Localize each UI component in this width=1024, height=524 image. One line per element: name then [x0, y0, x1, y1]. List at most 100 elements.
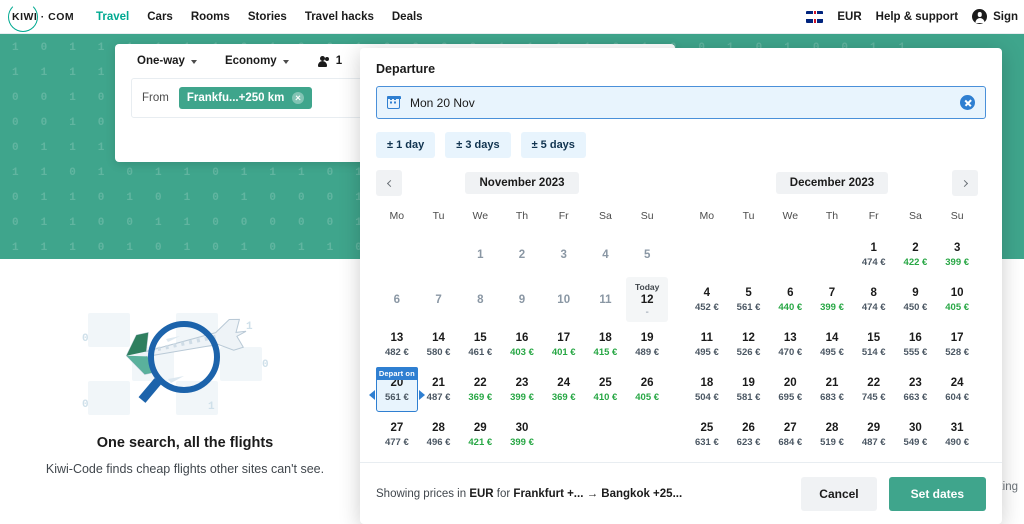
day-cell[interactable]: 16 403 €: [501, 322, 543, 367]
nav-item-travel[interactable]: Travel: [96, 11, 129, 23]
day-cell[interactable]: 9: [501, 277, 543, 322]
cabin-class-selector[interactable]: Economy: [225, 55, 289, 67]
day-cell[interactable]: 24 604 €: [936, 367, 978, 412]
weekday-label-su: Su: [950, 210, 964, 222]
day-cell[interactable]: 5: [626, 232, 668, 277]
nav-item-travel-hacks[interactable]: Travel hacks: [305, 11, 374, 23]
day-cell[interactable]: Today 12-: [626, 277, 668, 322]
prev-month-button[interactable]: [376, 170, 402, 196]
empty-day-cell: [769, 232, 811, 277]
set-dates-button[interactable]: Set dates: [888, 476, 986, 511]
calendar-icon: [386, 95, 401, 109]
day-cell[interactable]: 13 470 €: [769, 322, 811, 367]
day-cell[interactable]: 18 415 €: [585, 322, 627, 367]
day-price: 526 €: [736, 346, 761, 358]
day-cell[interactable]: 11 495 €: [686, 322, 728, 367]
day-cell[interactable]: 4: [585, 232, 627, 277]
day-cell[interactable]: 26 623 €: [728, 412, 770, 457]
day-cell[interactable]: 14 495 €: [811, 322, 853, 367]
day-cell[interactable]: 17 401 €: [543, 322, 585, 367]
day-number: 18: [599, 331, 612, 344]
day-cell[interactable]: 7: [418, 277, 460, 322]
nav-item-stories[interactable]: Stories: [248, 11, 287, 23]
day-cell[interactable]: 27 477 €: [376, 412, 418, 457]
day-cell[interactable]: 19 581 €: [728, 367, 770, 412]
day-cell[interactable]: 8 474 €: [853, 277, 895, 322]
day-cell[interactable]: 24 369 €: [543, 367, 585, 412]
next-month-button[interactable]: [952, 170, 978, 196]
day-cell[interactable]: 13 482 €: [376, 322, 418, 367]
day-cell[interactable]: 30 399 €: [501, 412, 543, 457]
day-cell[interactable]: 21 487 €: [418, 367, 460, 412]
cancel-button[interactable]: Cancel: [801, 476, 877, 511]
day-cell[interactable]: 27 684 €: [769, 412, 811, 457]
day-cell[interactable]: 7 399 €: [811, 277, 853, 322]
day-cell[interactable]: 1 474 €: [853, 232, 895, 277]
nav-item-rooms[interactable]: Rooms: [191, 11, 230, 23]
clear-date-icon[interactable]: [960, 95, 975, 110]
day-cell[interactable]: 20 695 €: [769, 367, 811, 412]
day-cell[interactable]: 15 461 €: [459, 322, 501, 367]
day-cell[interactable]: 10: [543, 277, 585, 322]
day-cell[interactable]: 21 683 €: [811, 367, 853, 412]
day-cell[interactable]: 23 399 €: [501, 367, 543, 412]
day-cell[interactable]: 3: [543, 232, 585, 277]
day-cell[interactable]: 8: [459, 277, 501, 322]
day-price: 421 €: [468, 436, 493, 448]
day-cell[interactable]: 14 580 €: [418, 322, 460, 367]
day-cell[interactable]: 19 489 €: [626, 322, 668, 367]
day-cell[interactable]: 23 663 €: [895, 367, 937, 412]
day-price: 490 €: [945, 436, 970, 448]
nav-item-deals[interactable]: Deals: [392, 11, 423, 23]
plane-and-magnifier-svg: [125, 318, 247, 403]
origin-tag[interactable]: Frankfu...+250 km: [178, 87, 313, 109]
departure-date-input[interactable]: Mon 20 Nov: [376, 86, 986, 119]
day-price: 683 €: [820, 391, 844, 403]
day-cell[interactable]: 25 631 €: [686, 412, 728, 457]
day-cell[interactable]: 11: [585, 277, 627, 322]
day-cell[interactable]: 3 399 €: [936, 232, 978, 277]
day-cell[interactable]: 28 519 €: [811, 412, 853, 457]
day-cell[interactable]: 6 440 €: [769, 277, 811, 322]
flex-chip-3[interactable]: ± 5 days: [520, 132, 586, 158]
day-cell[interactable]: 17 528 €: [936, 322, 978, 367]
day-cell[interactable]: 4 452 €: [686, 277, 728, 322]
day-cell[interactable]: 12 526 €: [728, 322, 770, 367]
day-price: 514 €: [861, 346, 886, 358]
day-number: 16: [515, 331, 529, 344]
trip-type-selector[interactable]: One-way: [137, 55, 197, 67]
day-cell[interactable]: 16 555 €: [895, 322, 937, 367]
day-cell[interactable]: 25 410 €: [585, 367, 627, 412]
day-cell[interactable]: 29 421 €: [459, 412, 501, 457]
day-cell[interactable]: 26 405 €: [626, 367, 668, 412]
day-cell[interactable]: 31 490 €: [936, 412, 978, 457]
day-price: 399 €: [510, 391, 534, 403]
day-cell[interactable]: 2: [501, 232, 543, 277]
weekday-label-su: Su: [640, 210, 654, 222]
day-cell[interactable]: 18 504 €: [686, 367, 728, 412]
day-number: 1: [870, 241, 877, 254]
passenger-selector[interactable]: 1: [317, 55, 342, 67]
day-cell[interactable]: 22 369 €: [459, 367, 501, 412]
day-cell[interactable]: 9 450 €: [895, 277, 937, 322]
help-support-link[interactable]: Help & support: [876, 11, 958, 23]
day-cell[interactable]: 29 487 €: [853, 412, 895, 457]
day-cell[interactable]: Depart on 20 561 €: [369, 366, 425, 412]
day-cell[interactable]: 22 745 €: [853, 367, 895, 412]
day-cell[interactable]: 30 549 €: [895, 412, 937, 457]
logo-text: KIWI · COM: [12, 10, 75, 23]
currency-selector[interactable]: EUR: [837, 11, 861, 23]
nav-item-cars[interactable]: Cars: [147, 11, 173, 23]
day-cell[interactable]: 15 514 €: [853, 322, 895, 367]
day-cell[interactable]: 2 422 €: [895, 232, 937, 277]
remove-origin-icon[interactable]: [292, 92, 305, 104]
flex-chip-1[interactable]: ± 1 day: [376, 132, 436, 158]
day-cell[interactable]: 5 561 €: [728, 277, 770, 322]
day-cell[interactable]: 6: [376, 277, 418, 322]
day-cell[interactable]: 28 496 €: [418, 412, 460, 457]
day-cell[interactable]: 1: [459, 232, 501, 277]
day-cell[interactable]: 10 405 €: [936, 277, 978, 322]
kiwi-logo[interactable]: KIWI · COM: [8, 1, 74, 32]
sign-in-button[interactable]: Sign: [972, 9, 1018, 24]
flex-chip-2[interactable]: ± 3 days: [445, 132, 511, 158]
